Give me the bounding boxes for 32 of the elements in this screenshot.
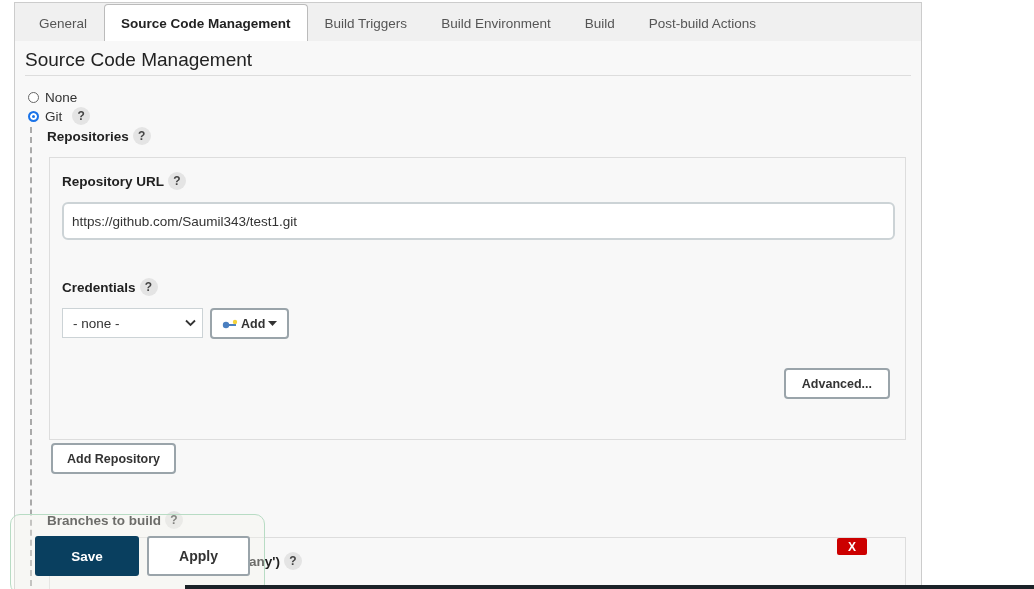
field-label: Credentials [62, 279, 136, 295]
key-icon [222, 318, 238, 329]
close-button[interactable]: X [837, 538, 867, 555]
add-repository-button[interactable]: Add Repository [51, 443, 177, 474]
field-label: Repository URL [62, 173, 164, 189]
caret-icon [268, 321, 278, 326]
field-label: Repositories [47, 128, 129, 144]
tab[interactable]: Build Triggers [307, 4, 425, 41]
help-icon[interactable]: ? [168, 172, 186, 190]
radio-button[interactable] [28, 92, 39, 103]
credentials-dropdown[interactable]: - none - [62, 308, 203, 338]
save-button[interactable]: Save [35, 536, 139, 576]
tab[interactable]: Build Environment [424, 4, 568, 41]
help-icon[interactable]: ? [283, 552, 302, 570]
field-label: Branches to build [47, 512, 161, 528]
add-button[interactable]: Add [210, 308, 290, 339]
radio-label: Git [45, 108, 63, 124]
radio-label: None [45, 90, 78, 105]
tab[interactable]: Post-build Actions [631, 4, 774, 41]
help-icon[interactable]: ? [139, 278, 158, 296]
chevron-icon [185, 319, 196, 327]
tab[interactable]: General [22, 4, 105, 41]
field-label: any') [249, 553, 280, 569]
tab[interactable]: Build [567, 4, 632, 41]
tab[interactable]: Source Code Management [104, 4, 308, 41]
advanced-button[interactable]: Advanced... [783, 368, 890, 399]
url-input-field[interactable]: https://github.com/Saumil343/test1.git [62, 202, 895, 240]
apply-button[interactable]: Apply [147, 536, 250, 576]
radio-button[interactable] [28, 110, 39, 122]
help-icon[interactable]: ? [72, 107, 91, 125]
help-icon[interactable]: ? [132, 127, 151, 145]
section-heading: Source Code Management [25, 49, 911, 76]
